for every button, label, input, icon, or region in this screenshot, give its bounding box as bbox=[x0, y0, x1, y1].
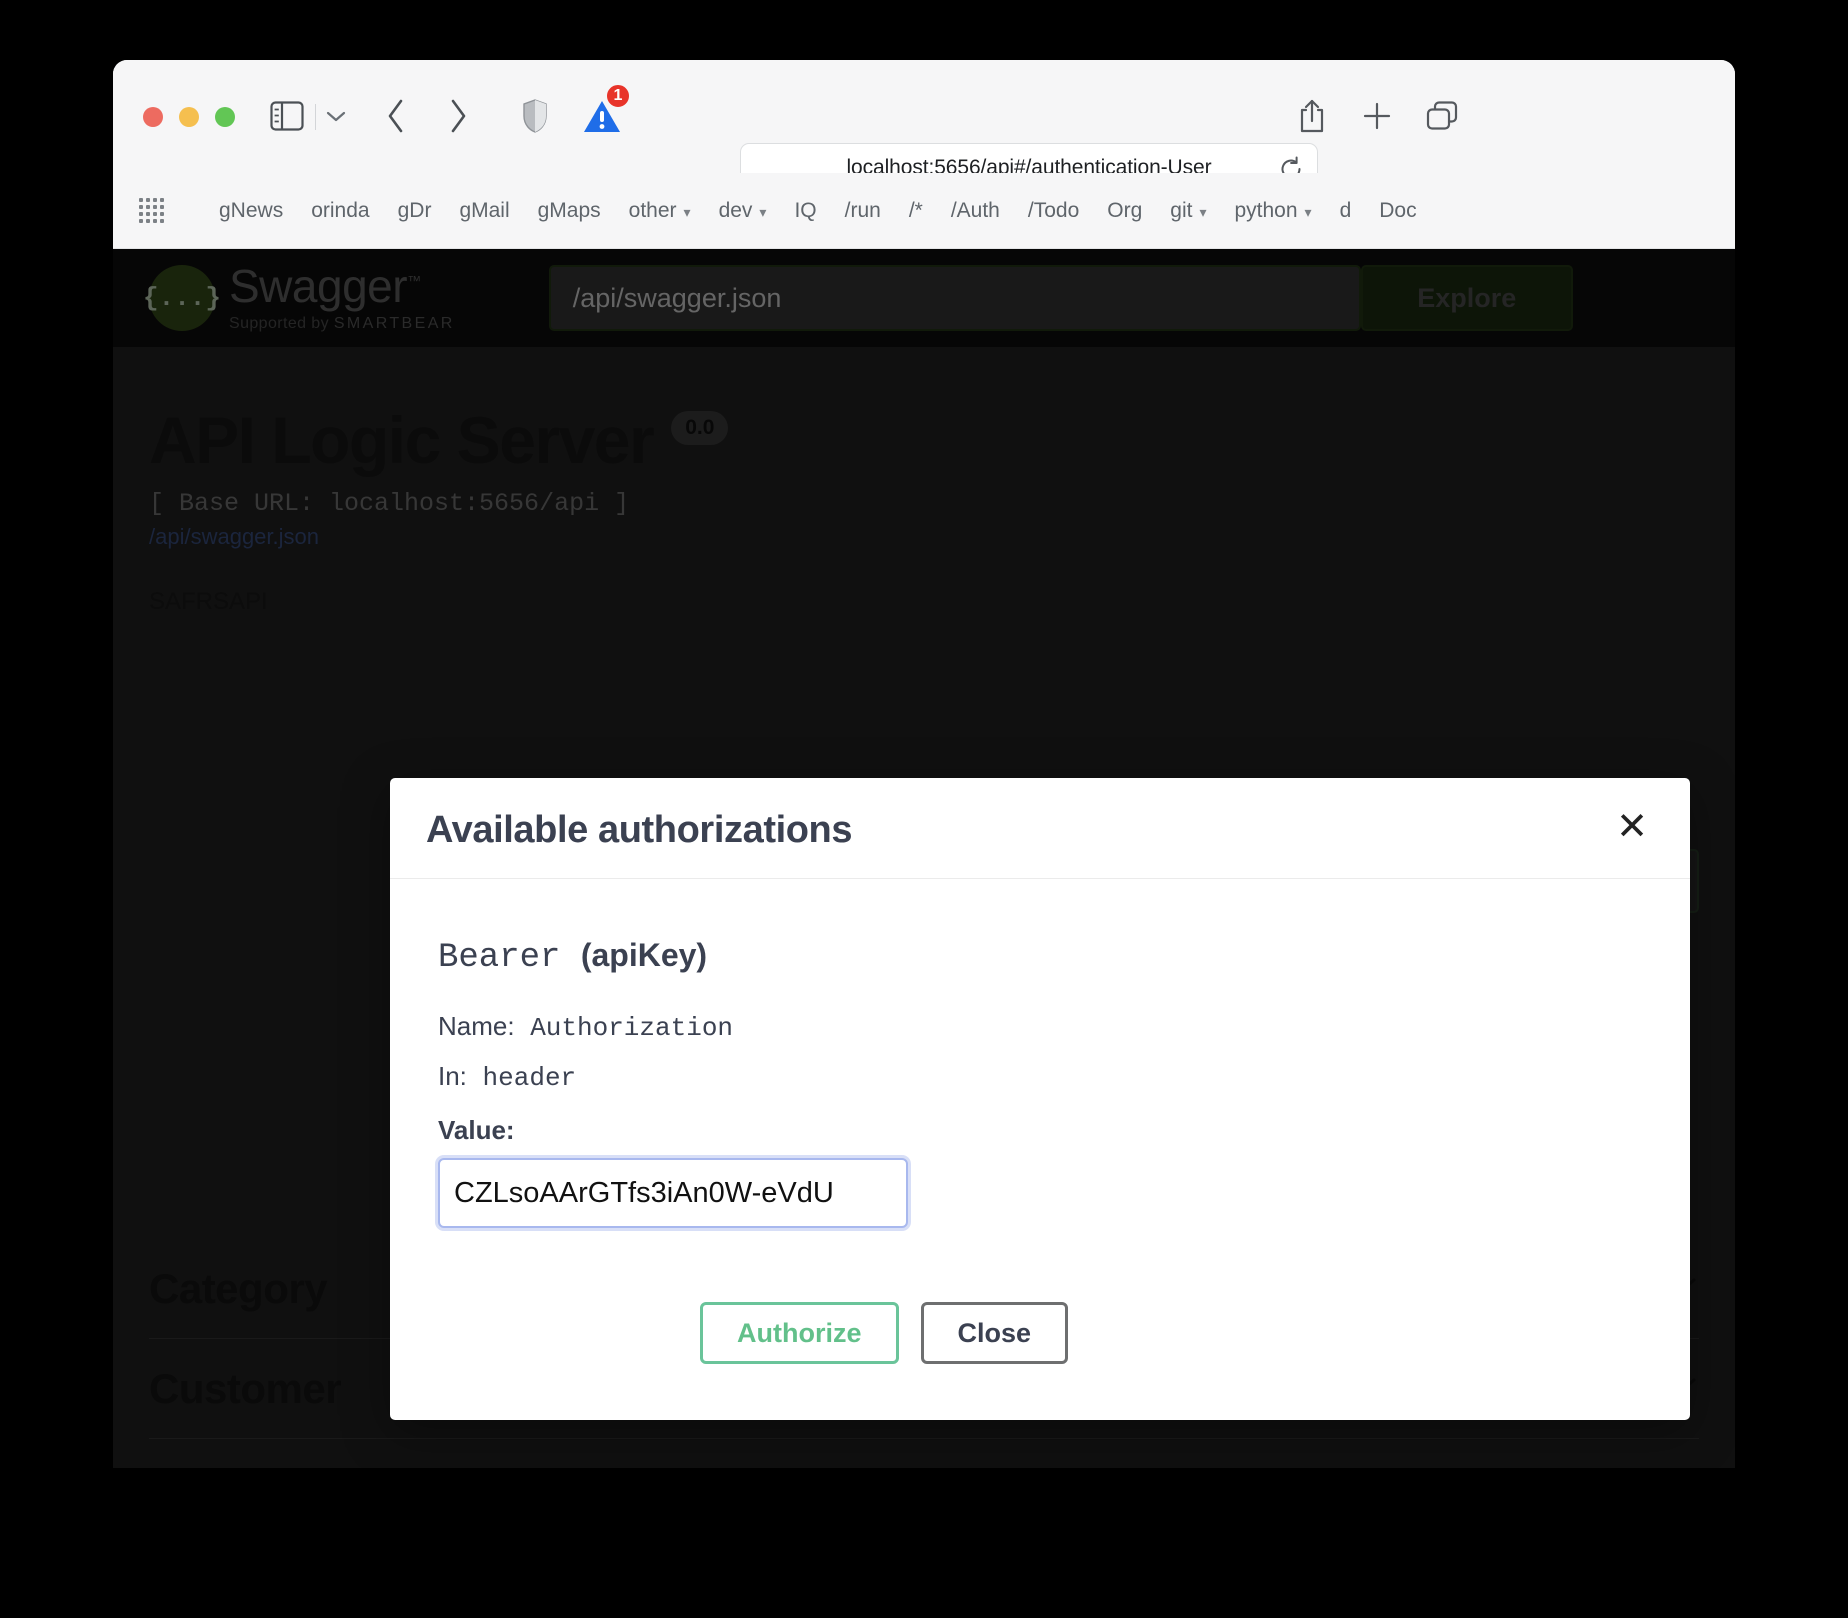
api-info-block: API Logic Server 0.0 [ Base URL: localho… bbox=[113, 347, 1735, 616]
auth-value-input[interactable] bbox=[438, 1158, 908, 1228]
bookmark-label: Org bbox=[1107, 198, 1143, 222]
toolbar-divider bbox=[315, 104, 316, 130]
bookmark-run[interactable]: /run bbox=[831, 195, 895, 227]
back-chevron-icon[interactable] bbox=[373, 92, 419, 140]
bookmark-org[interactable]: Org bbox=[1093, 195, 1156, 227]
close-button[interactable]: Close bbox=[920, 1302, 1069, 1364]
bookmark-iq[interactable]: IQ bbox=[780, 195, 830, 227]
forward-chevron-icon[interactable] bbox=[435, 92, 481, 140]
bookmark-label: gMaps bbox=[537, 198, 601, 222]
bookmark-label: dev bbox=[718, 198, 753, 222]
plus-icon[interactable] bbox=[1353, 92, 1401, 140]
bookmark-label: python bbox=[1234, 198, 1298, 222]
close-x-icon[interactable]: ✕ bbox=[1610, 808, 1654, 852]
base-url-text: [ Base URL: localhost:5656/api ] bbox=[149, 489, 630, 518]
spec-url-input[interactable]: /api/swagger.json bbox=[548, 265, 1361, 331]
swagger-topbar: {...} Swagger™ Supported by SMARTBEAR /a… bbox=[113, 249, 1735, 347]
tag-row-customerdemographic[interactable]: CustomerDemographic bbox=[149, 1439, 1699, 1469]
apps-grid-icon[interactable] bbox=[131, 191, 171, 231]
auth-in-label: In: bbox=[438, 1061, 467, 1091]
bookmark-label: orinda bbox=[311, 198, 370, 222]
swagger-wordmark: Swagger™ bbox=[229, 263, 455, 309]
bookmark-label: d bbox=[1339, 198, 1352, 222]
browser-toolbar: 1 localhost:5656/api#/authentication-Use… bbox=[113, 60, 1735, 193]
auth-scheme-name: Bearer bbox=[438, 939, 561, 977]
chevron-down-icon: ▾ bbox=[1304, 203, 1312, 220]
swagger-ui-page: {...} Swagger™ Supported by SMARTBEAR /a… bbox=[113, 249, 1735, 1468]
modal-title: Available authorizations bbox=[426, 808, 853, 851]
smartbear-name: SMARTBEAR bbox=[333, 315, 455, 332]
bookmark-label: git bbox=[1170, 198, 1193, 222]
bookmark-doc[interactable]: Doc bbox=[1365, 195, 1430, 227]
bookmark-folder-python[interactable]: python ▾ bbox=[1220, 195, 1325, 227]
auth-value-label: Value: bbox=[438, 1115, 515, 1145]
bookmark-label: IQ bbox=[794, 198, 817, 222]
bookmark-label: Doc bbox=[1379, 198, 1417, 222]
bookmark-todo[interactable]: /Todo bbox=[1014, 195, 1093, 227]
bookmark-gnews[interactable]: gNews bbox=[205, 195, 297, 227]
page-title: API Logic Server bbox=[149, 403, 655, 477]
modal-actions: Authorize Close bbox=[390, 1248, 1690, 1420]
bookmark-auth[interactable]: /Auth bbox=[937, 195, 1014, 227]
auth-in-row: In: header bbox=[438, 1061, 1642, 1093]
bookmark-folder-other[interactable]: other ▾ bbox=[615, 195, 705, 227]
bookmark-gdr[interactable]: gDr bbox=[384, 195, 446, 227]
bookmark-label: /Auth bbox=[950, 198, 1000, 222]
warning-triangle-icon[interactable]: 1 bbox=[576, 83, 631, 142]
chevron-down-icon: ▾ bbox=[759, 203, 767, 220]
swagger-brand-text: Swagger bbox=[229, 260, 408, 312]
supported-by: Supported by SMARTBEAR bbox=[229, 315, 455, 333]
swagger-logo[interactable]: {...} Swagger™ Supported by SMARTBEAR bbox=[143, 263, 455, 333]
auth-name-value: Authorization bbox=[530, 1013, 734, 1043]
available-authorizations-modal: Available authorizations ✕ Bearer (apiKe… bbox=[390, 778, 1690, 1420]
bookmark-gmail[interactable]: gMail bbox=[445, 195, 523, 227]
explore-button[interactable]: Explore bbox=[1360, 265, 1573, 331]
chevron-down-icon[interactable] bbox=[318, 96, 354, 136]
maximize-window-button[interactable] bbox=[215, 107, 235, 127]
api-description: SAFRSAPI bbox=[149, 588, 268, 615]
chevron-down-icon: ▾ bbox=[1199, 203, 1207, 220]
browser-window: 1 localhost:5656/api#/authentication-Use… bbox=[113, 60, 1735, 1468]
auth-name-label: Name: bbox=[438, 1011, 515, 1041]
sidebar-icon[interactable] bbox=[265, 94, 309, 138]
modal-body: Bearer (apiKey) Name: Authorization In: … bbox=[390, 879, 1690, 1248]
shield-icon[interactable] bbox=[513, 94, 557, 138]
auth-in-value: header bbox=[482, 1063, 577, 1093]
auth-name-row: Name: Authorization bbox=[438, 1011, 1642, 1043]
auth-scheme-type: (apiKey) bbox=[580, 937, 708, 973]
trademark-symbol: ™ bbox=[407, 272, 421, 289]
auth-scheme-heading: Bearer (apiKey) bbox=[438, 937, 1642, 977]
bookmark-star[interactable]: /* bbox=[895, 195, 937, 227]
supported-by-prefix: Supported by bbox=[229, 315, 329, 332]
bookmark-label: /* bbox=[908, 198, 923, 222]
chevron-down-icon: ▾ bbox=[683, 203, 691, 220]
tag-name: CustomerDemographic bbox=[149, 1465, 604, 1469]
bookmark-label: /Todo bbox=[1027, 198, 1080, 222]
tag-name: Category bbox=[149, 1264, 328, 1312]
share-icon[interactable] bbox=[1288, 92, 1336, 140]
bookmark-label: /run bbox=[844, 198, 881, 222]
minimize-window-button[interactable] bbox=[179, 107, 199, 127]
swagger-brace-icon: {...} bbox=[143, 265, 221, 331]
modal-header: Available authorizations ✕ bbox=[390, 778, 1690, 879]
bookmark-d[interactable]: d bbox=[1326, 195, 1366, 227]
close-window-button[interactable] bbox=[143, 107, 163, 127]
bookmark-label: other bbox=[628, 198, 677, 222]
bookmark-label: gMail bbox=[459, 198, 510, 222]
bookmark-folder-git[interactable]: git ▾ bbox=[1156, 195, 1220, 227]
authorize-button[interactable]: Authorize bbox=[700, 1302, 899, 1364]
tag-name: Customer bbox=[149, 1364, 342, 1412]
bookmark-orinda[interactable]: orinda bbox=[297, 195, 383, 227]
spec-link[interactable]: /api/swagger.json bbox=[149, 524, 1735, 550]
bookmark-label: gDr bbox=[397, 198, 432, 222]
bookmarks-bar: gNews orinda gDr gMail gMaps other ▾ dev ▾… bbox=[113, 173, 1735, 249]
version-badge: 0.0 bbox=[671, 411, 729, 445]
tab-overview-icon[interactable] bbox=[1418, 92, 1466, 140]
bookmark-gmaps[interactable]: gMaps bbox=[524, 195, 615, 227]
window-traffic-lights bbox=[143, 107, 235, 127]
api-title-row: API Logic Server 0.0 bbox=[149, 407, 1735, 473]
warning-count-badge: 1 bbox=[605, 83, 631, 109]
bookmark-folder-dev[interactable]: dev ▾ bbox=[705, 195, 781, 227]
bookmark-label: gNews bbox=[219, 198, 284, 222]
